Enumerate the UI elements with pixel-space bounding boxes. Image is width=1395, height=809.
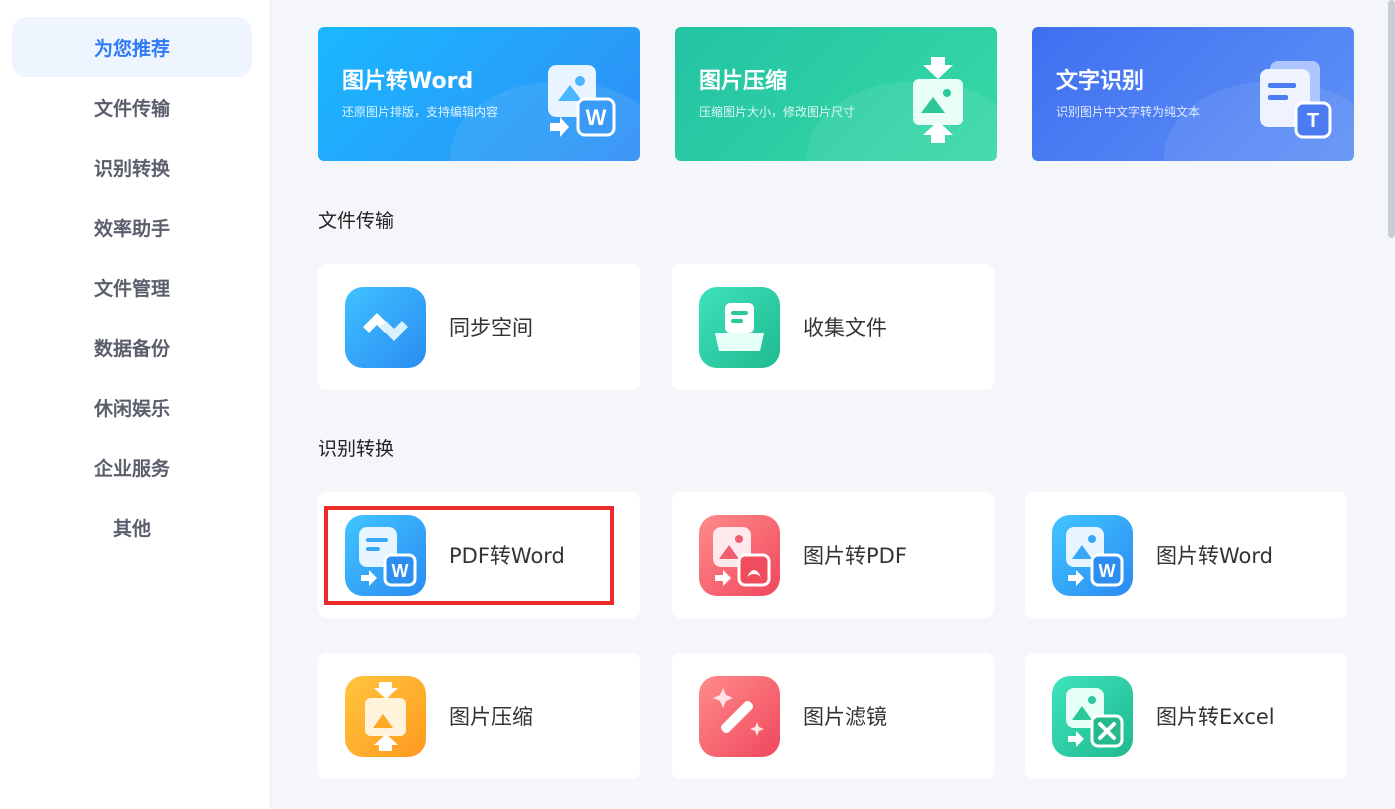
card-label: 图片压缩 (449, 705, 533, 729)
card-label: 图片转Excel (1156, 705, 1275, 729)
svg-text:T: T (1307, 110, 1319, 132)
image-compress-icon (345, 676, 426, 757)
card-label: 收集文件 (803, 316, 887, 340)
sidebar-item-file-transfer[interactable]: 文件传输 (12, 77, 252, 137)
card-label: 图片滤镜 (803, 705, 887, 729)
banner-image-compress[interactable]: 图片压缩 压缩图片大小，修改图片尺寸 (675, 27, 997, 161)
section-title-file-transfer: 文件传输 (318, 210, 395, 232)
image-to-word-icon: W (1052, 515, 1133, 596)
svg-text:W: W (392, 561, 409, 581)
image-to-excel-icon (1052, 676, 1133, 757)
sync-space-icon (345, 287, 426, 368)
scrollbar[interactable] (1388, 0, 1395, 238)
sidebar-item-efficiency[interactable]: 效率助手 (12, 197, 252, 257)
card-sync-space[interactable]: 同步空间 (318, 264, 640, 390)
banner-image-to-word[interactable]: 图片转Word 还原图片排版，支持编辑内容 W (318, 27, 640, 161)
banner-title: 图片转Word (342, 69, 474, 94)
text-recognition-icon: T (1252, 57, 1338, 143)
image-filter-icon (699, 676, 780, 757)
collect-files-icon (699, 287, 780, 368)
image-to-pdf-icon (699, 515, 780, 596)
sidebar-item-leisure[interactable]: 休闲娱乐 (12, 377, 252, 437)
banner-subtitle: 压缩图片大小，修改图片尺寸 (699, 105, 856, 119)
banner-subtitle: 还原图片排版，支持编辑内容 (342, 105, 499, 119)
card-image-to-excel[interactable]: 图片转Excel (1025, 653, 1347, 779)
card-label: PDF转Word (449, 544, 565, 568)
sidebar-item-recommend[interactable]: 为您推荐 (12, 17, 252, 77)
card-image-filter[interactable]: 图片滤镜 (672, 653, 994, 779)
sidebar-item-file-management[interactable]: 文件管理 (12, 257, 252, 317)
sidebar: 为您推荐 文件传输 识别转换 效率助手 文件管理 数据备份 休闲娱乐 企业服务 … (0, 0, 271, 809)
sidebar-item-backup[interactable]: 数据备份 (12, 317, 252, 377)
sidebar-item-recognition[interactable]: 识别转换 (12, 137, 252, 197)
sidebar-item-enterprise[interactable]: 企业服务 (12, 437, 252, 497)
card-label: 图片转PDF (803, 544, 907, 568)
card-image-to-word[interactable]: W 图片转Word (1025, 492, 1347, 618)
sidebar-item-other[interactable]: 其他 (12, 497, 252, 557)
card-label: 图片转Word (1156, 544, 1273, 568)
banner-title: 文字识别 (1056, 69, 1145, 94)
banner-title: 图片压缩 (699, 69, 788, 94)
svg-text:W: W (586, 105, 607, 130)
image-to-word-icon: W (538, 57, 624, 143)
card-image-to-pdf[interactable]: 图片转PDF (672, 492, 994, 618)
card-label: 同步空间 (449, 316, 533, 340)
card-image-compress[interactable]: 图片压缩 (318, 653, 640, 779)
svg-text:W: W (1099, 561, 1116, 581)
image-compress-icon (895, 57, 981, 143)
card-collect-files[interactable]: 收集文件 (672, 264, 994, 390)
banner-text-recognition[interactable]: 文字识别 识别图片中文字转为纯文本 T (1032, 27, 1354, 161)
banner-subtitle: 识别图片中文字转为纯文本 (1056, 105, 1201, 119)
section-title-recognition: 识别转换 (318, 438, 395, 460)
card-pdf-to-word[interactable]: W PDF转Word (318, 492, 640, 618)
pdf-to-word-icon: W (345, 515, 426, 596)
